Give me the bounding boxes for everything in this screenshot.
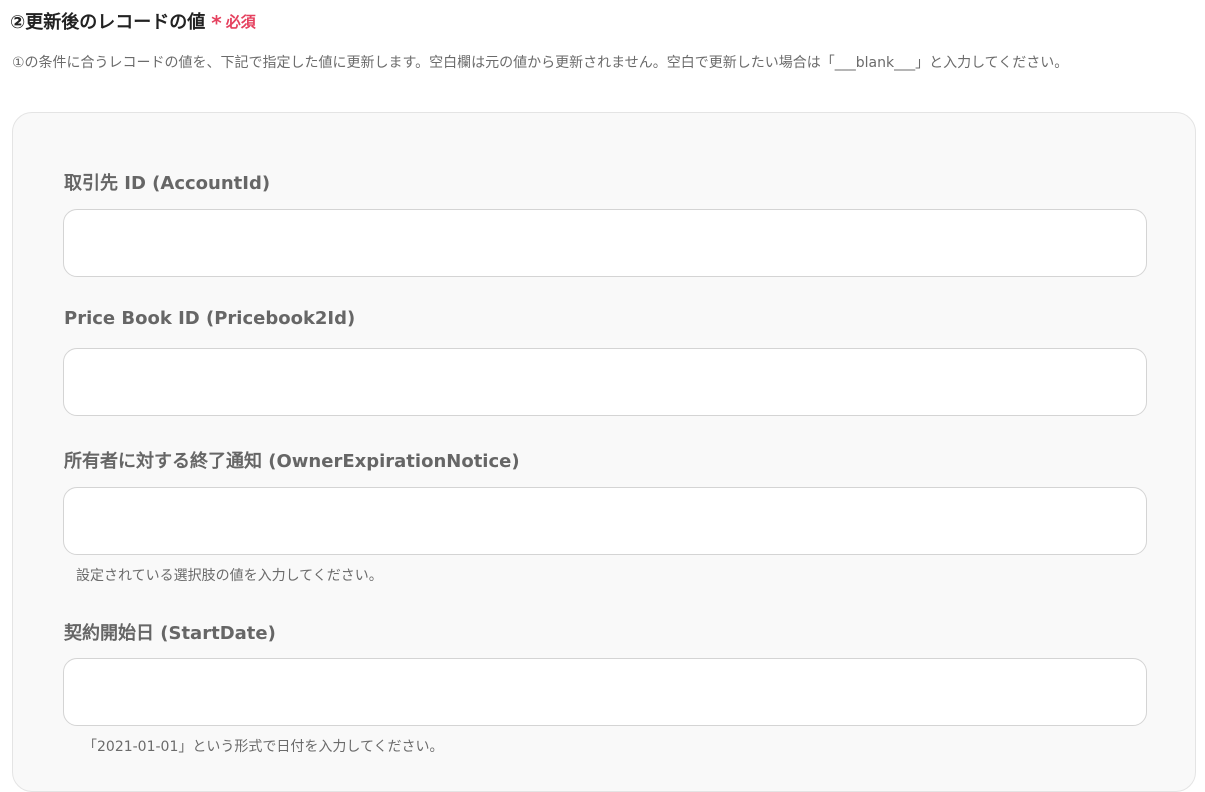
owner-expiration-notice-help: 設定されている選択肢の値を入力してください。 (76, 568, 383, 584)
start-date-help: 「2021-01-01」という形式で日付を入力してください。 (83, 739, 444, 755)
start-date-input[interactable] (63, 658, 1147, 726)
start-date-label: 契約開始日 (StartDate) (64, 623, 276, 644)
owner-expiration-notice-input[interactable] (63, 487, 1147, 555)
pricebook-id-label: Price Book ID (Pricebook2Id) (64, 308, 356, 329)
section-title: ②更新後のレコードの値 (10, 12, 206, 33)
account-id-input[interactable] (63, 209, 1147, 277)
required-asterisk-icon: * (211, 11, 222, 35)
section-description: ①の条件に合うレコードの値を、下記で指定した値に更新します。空白欄は元の値から更… (12, 55, 1069, 71)
account-id-label: 取引先 ID (AccountId) (64, 173, 271, 194)
owner-expiration-notice-label: 所有者に対する終了通知 (OwnerExpirationNotice) (64, 451, 520, 472)
section-header: ②更新後のレコードの値 * 必須 (10, 6, 256, 36)
required-badge: 必須 (225, 12, 256, 31)
pricebook-id-input[interactable] (63, 348, 1147, 416)
form-panel: 取引先 ID (AccountId) Price Book ID (Priceb… (12, 112, 1196, 792)
